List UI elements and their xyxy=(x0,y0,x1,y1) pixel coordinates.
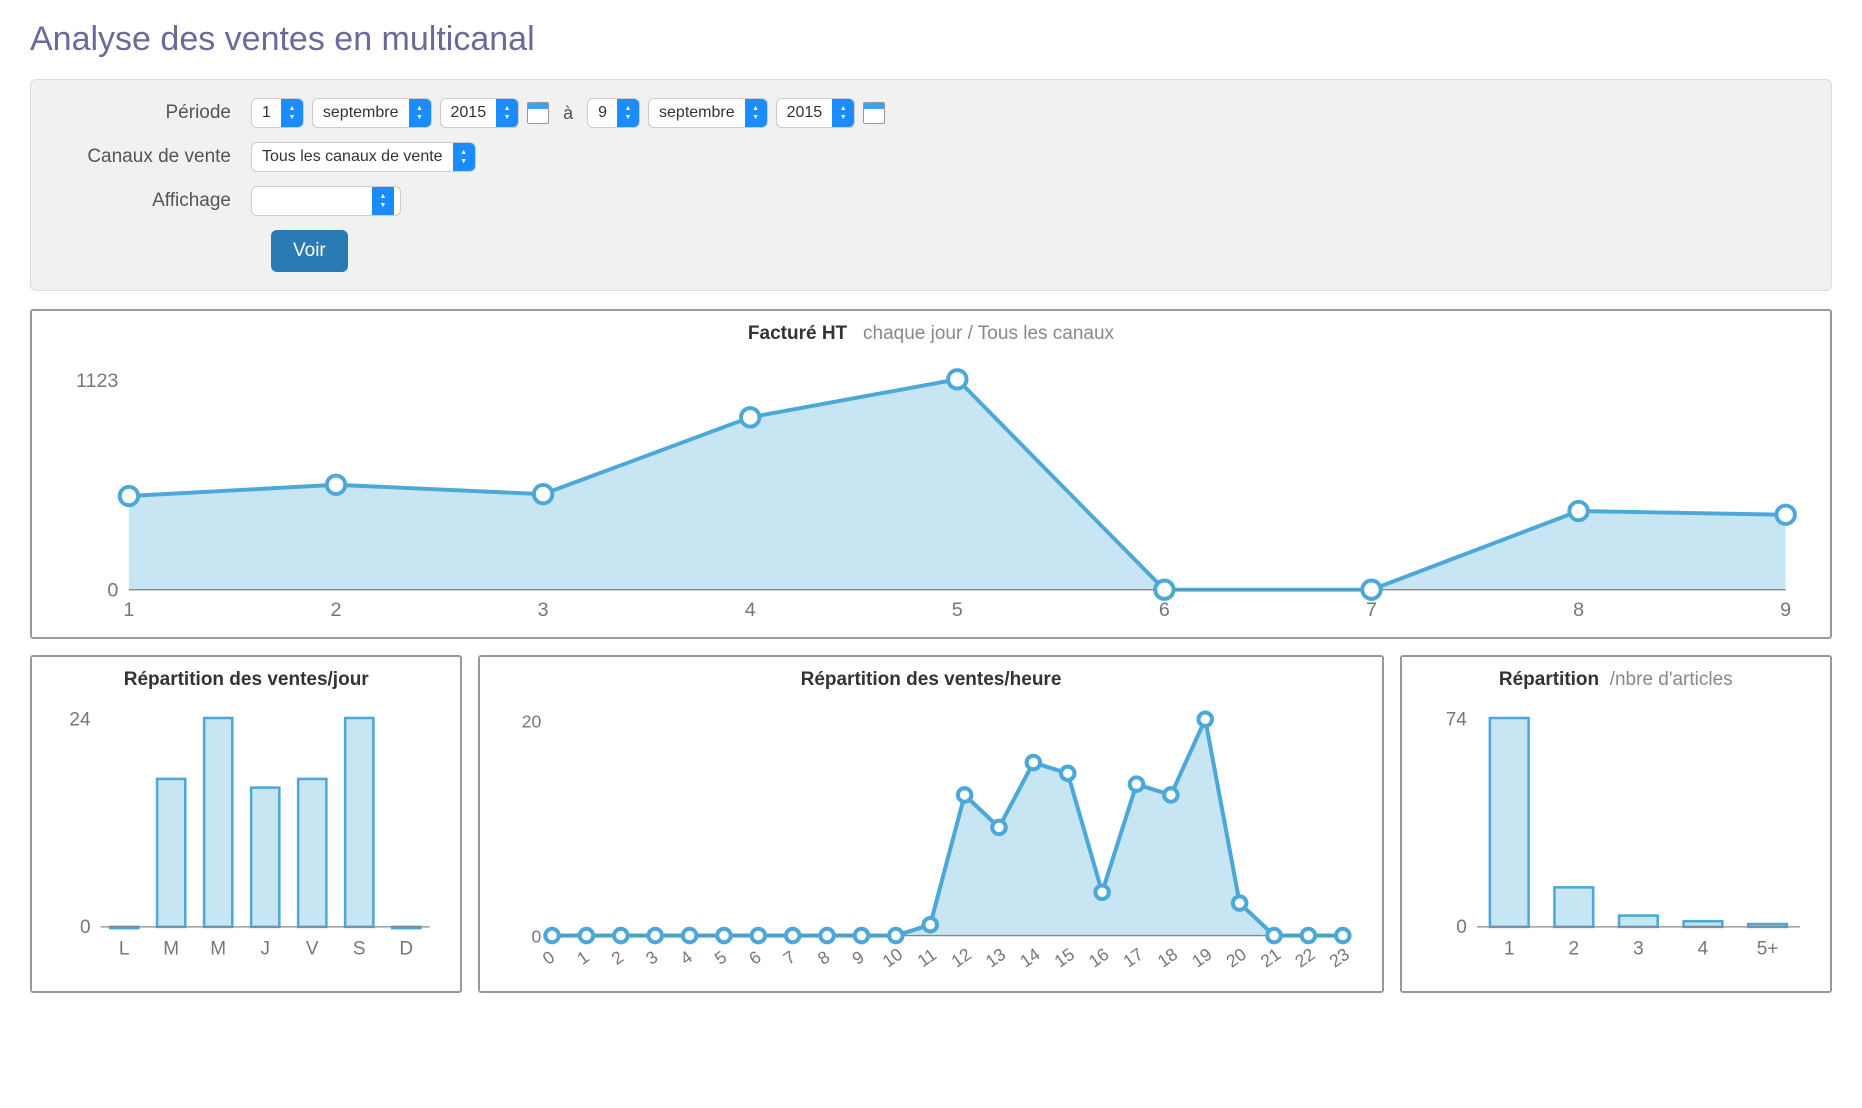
svg-text:21: 21 xyxy=(1257,944,1284,972)
submit-button[interactable]: Voir xyxy=(271,230,348,272)
svg-text:12: 12 xyxy=(948,944,975,972)
svg-text:D: D xyxy=(399,939,413,960)
per-articles-chart-panel: Répartition /nbre d'articles 12345+740 xyxy=(1400,655,1832,993)
svg-text:22: 22 xyxy=(1292,944,1319,972)
svg-text:S: S xyxy=(353,939,366,960)
svg-text:0: 0 xyxy=(80,917,91,938)
calendar-icon[interactable] xyxy=(863,102,885,124)
period-label: Période xyxy=(51,102,251,124)
start-day-select[interactable]: 1 xyxy=(251,98,304,128)
svg-text:3: 3 xyxy=(1633,939,1644,960)
end-day-select[interactable]: 9 xyxy=(587,98,640,128)
svg-text:4: 4 xyxy=(1697,939,1708,960)
svg-text:4: 4 xyxy=(677,947,697,969)
svg-text:15: 15 xyxy=(1051,944,1079,972)
per-hour-chart-title: Répartition des ventes/heure xyxy=(801,669,1062,690)
start-month-select[interactable]: septembre xyxy=(312,98,432,128)
per-articles-chart: 1 2 3 4 5+ 74 0 xyxy=(1420,699,1812,965)
svg-text:3: 3 xyxy=(538,599,549,621)
svg-text:9: 9 xyxy=(1780,599,1791,621)
svg-text:0: 0 xyxy=(107,579,118,601)
display-select[interactable] xyxy=(251,186,401,216)
svg-text:7: 7 xyxy=(1366,599,1377,621)
svg-text:13: 13 xyxy=(982,944,1009,972)
svg-text:5: 5 xyxy=(711,947,731,969)
svg-text:3: 3 xyxy=(642,947,661,969)
per-hour-chart-panel: Répartition des ventes/heure 01234567891… xyxy=(478,655,1383,993)
start-year-select[interactable]: 2015 xyxy=(440,98,520,128)
svg-text:1: 1 xyxy=(123,599,134,621)
svg-text:24: 24 xyxy=(69,710,90,731)
svg-text:2: 2 xyxy=(1568,939,1579,960)
svg-text:20: 20 xyxy=(1223,944,1251,972)
per-day-chart: L M M J V S D 24 0 xyxy=(50,699,442,965)
svg-text:19: 19 xyxy=(1189,944,1216,972)
svg-text:1123: 1123 xyxy=(76,370,118,392)
svg-text:J: J xyxy=(260,939,269,960)
channels-label: Canaux de vente xyxy=(51,146,251,168)
svg-text:10: 10 xyxy=(879,944,907,972)
svg-text:0: 0 xyxy=(532,926,542,946)
svg-text:9: 9 xyxy=(849,947,868,969)
end-month-select[interactable]: septembre xyxy=(648,98,768,128)
svg-text:74: 74 xyxy=(1445,710,1466,731)
svg-text:8: 8 xyxy=(814,947,833,969)
svg-text:17: 17 xyxy=(1120,944,1147,972)
end-year-select[interactable]: 2015 xyxy=(776,98,856,128)
filter-panel: Période 1 septembre 2015 à 9 septembre 2… xyxy=(30,79,1832,291)
svg-text:5: 5 xyxy=(952,599,963,621)
svg-text:2: 2 xyxy=(608,947,627,969)
svg-text:1: 1 xyxy=(1504,939,1515,960)
svg-text:V: V xyxy=(306,939,319,960)
svg-text:8: 8 xyxy=(1573,599,1584,621)
svg-text:6: 6 xyxy=(746,947,765,969)
svg-text:4: 4 xyxy=(745,599,756,621)
svg-text:6: 6 xyxy=(1159,599,1170,621)
display-label: Affichage xyxy=(51,190,251,212)
svg-text:M: M xyxy=(210,939,226,960)
svg-text:2: 2 xyxy=(331,599,342,621)
per-day-chart-panel: Répartition des ventes/jour L M M J V S D 24 0 xyxy=(30,655,462,993)
channels-select[interactable]: Tous les canaux de vente xyxy=(251,142,476,172)
period-separator: à xyxy=(557,103,579,124)
per-articles-chart-title: Répartition xyxy=(1499,669,1599,690)
svg-text:7: 7 xyxy=(780,947,799,969)
svg-text:14: 14 xyxy=(1017,944,1045,972)
per-hour-chart: 0123456789101112131415161718192021222320… xyxy=(498,699,1363,983)
svg-text:16: 16 xyxy=(1085,944,1112,972)
svg-text:M: M xyxy=(163,939,179,960)
svg-text:1: 1 xyxy=(574,947,593,969)
svg-text:23: 23 xyxy=(1326,944,1353,972)
per-day-chart-title: Répartition des ventes/jour xyxy=(124,669,369,690)
main-chart-title: Facturé HT xyxy=(748,323,847,344)
svg-text:0: 0 xyxy=(1456,917,1467,938)
page-title: Analyse des ventes en multicanal xyxy=(30,20,1832,59)
main-chart-subtitle xyxy=(852,323,863,344)
svg-text:20: 20 xyxy=(522,712,542,732)
svg-text:L: L xyxy=(119,939,130,960)
main-chart: 1 2 3 4 5 6 7 8 9 1123 0 xyxy=(50,353,1812,629)
svg-text:11: 11 xyxy=(914,944,940,971)
svg-text:5+: 5+ xyxy=(1756,939,1778,960)
svg-text:0: 0 xyxy=(539,947,559,969)
calendar-icon[interactable] xyxy=(527,102,549,124)
main-chart-panel: Facturé HT chaque jour / Tous les canaux… xyxy=(30,309,1832,639)
svg-text:18: 18 xyxy=(1154,944,1181,972)
